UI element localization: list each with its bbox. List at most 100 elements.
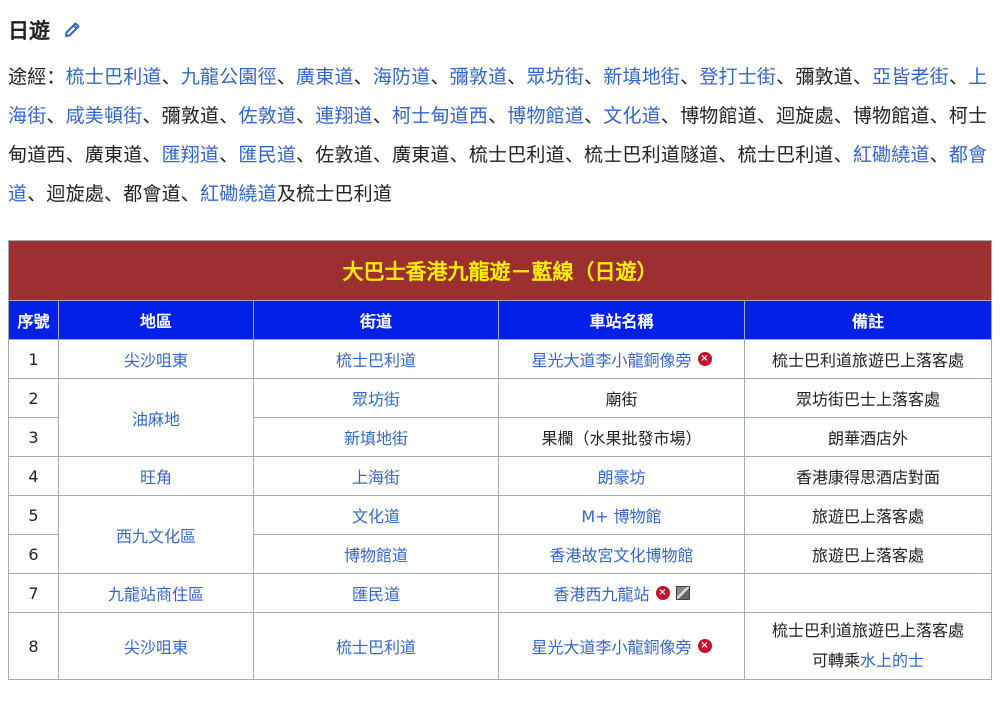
route-link[interactable]: 紅磡繞道 bbox=[853, 144, 930, 166]
cell-street[interactable]: 匯民道 bbox=[253, 573, 499, 613]
cell-no: 4 bbox=[8, 456, 59, 496]
cell-remark: 香港康得思酒店對面 bbox=[743, 456, 993, 496]
cell-district[interactable]: 油麻地 bbox=[58, 378, 254, 457]
cell-no: 7 bbox=[8, 573, 59, 613]
station-label[interactable]: 星光大道李小龍銅像旁 bbox=[531, 347, 691, 371]
route-separator: 、 bbox=[488, 105, 508, 127]
pencil-edit-icon[interactable] bbox=[62, 20, 82, 40]
cell-district[interactable]: 尖沙咀東 bbox=[58, 612, 254, 680]
route-link[interactable]: 紅磡繞道 bbox=[200, 183, 277, 205]
route-link[interactable]: 亞皆老街 bbox=[872, 66, 949, 88]
table-row: 2 油麻地 眾坊街 廟街 眾坊街巴士上落客處 bbox=[8, 378, 993, 457]
table-row: 5 西九文化區 文化道 M+ 博物館 旅遊巴上落客處 bbox=[8, 495, 993, 574]
cell-district[interactable]: 九龍站商住區 bbox=[58, 573, 254, 613]
cell-remark: 梳士巴利道旅遊巴上落客處 bbox=[743, 339, 993, 379]
cell-station[interactable]: 星光大道李小龍銅像旁 bbox=[498, 612, 745, 680]
route-separator: 、 bbox=[584, 105, 604, 127]
route-link[interactable]: 彌敦道 bbox=[450, 66, 508, 88]
cell-station[interactable]: 香港西九龍站 bbox=[498, 573, 745, 613]
route-separator: 、彌敦道、 bbox=[142, 105, 239, 127]
route-separator: 、佐敦道、廣東道、梳士巴利道、梳士巴利道隧道、梳士巴利道、 bbox=[296, 144, 853, 166]
cell-district[interactable]: 尖沙咀東 bbox=[58, 339, 254, 379]
route-separator: 、 bbox=[929, 144, 949, 166]
remark-line-2: 可轉乘水上的士 bbox=[751, 646, 985, 676]
route-link[interactable]: 梳士巴利道 bbox=[66, 66, 162, 88]
route-segments: 梳士巴利道、九龍公園徑、廣東道、海防道、彌敦道、眾坊街、新填地街、登打士街、彌敦… bbox=[8, 66, 987, 205]
route-link[interactable]: 連翔道 bbox=[315, 105, 373, 127]
cell-street[interactable]: 上海街 bbox=[253, 456, 499, 496]
cell-remark: 朗華酒店外 bbox=[743, 417, 993, 457]
route-separator: 、 bbox=[219, 144, 239, 166]
route-link[interactable]: 柯士甸道西 bbox=[392, 105, 488, 127]
route-link[interactable]: 登打士街 bbox=[699, 66, 776, 88]
cell-no: 8 bbox=[8, 612, 59, 680]
table-row: 1 尖沙咀東 梳士巴利道 星光大道李小龍銅像旁 梳士巴利道旅遊巴上落客處 bbox=[8, 339, 993, 379]
rail-station-icon bbox=[675, 586, 690, 600]
cell-no: 3 bbox=[8, 417, 59, 457]
route-link[interactable]: 匯民道 bbox=[238, 144, 296, 166]
cell-street[interactable]: 眾坊街 bbox=[253, 378, 499, 418]
table-row: 8 尖沙咀東 梳士巴利道 星光大道李小龍銅像旁 梳士巴利道旅遊巴上落客處 可轉乘… bbox=[8, 612, 993, 680]
cell-street[interactable]: 博物館道 bbox=[253, 534, 499, 574]
route-separator: 、 bbox=[296, 105, 316, 127]
cell-remark: 旅遊巴上落客處 bbox=[743, 495, 993, 535]
route-link[interactable]: 海防道 bbox=[373, 66, 431, 88]
route-separator: 、 bbox=[430, 66, 450, 88]
remark-prefix: 可轉乘 bbox=[812, 651, 861, 670]
closed-badge-icon bbox=[697, 352, 712, 366]
header-street: 街道 bbox=[253, 300, 499, 340]
station-label[interactable]: 香港西九龍站 bbox=[553, 581, 649, 605]
route-separator: 、 bbox=[353, 66, 373, 88]
route-separator: 、 bbox=[161, 66, 181, 88]
table-row: 4 旺角 上海街 朗豪坊 香港康得思酒店對面 bbox=[8, 456, 993, 496]
cell-station[interactable]: 星光大道李小龍銅像旁 bbox=[498, 339, 745, 379]
route-separator: 、 bbox=[584, 66, 604, 88]
cell-no: 6 bbox=[8, 534, 59, 574]
station-label[interactable]: 星光大道李小龍銅像旁 bbox=[531, 634, 691, 658]
cell-remark bbox=[743, 573, 993, 613]
route-link[interactable]: 佐敦道 bbox=[238, 105, 296, 127]
section-heading: 日遊 bbox=[8, 12, 988, 48]
header-district: 地區 bbox=[58, 300, 254, 340]
cell-station: 果欄（水果批發市場） bbox=[498, 417, 745, 457]
cell-street[interactable]: 新填地街 bbox=[253, 417, 499, 457]
route-link[interactable]: 咸美頓街 bbox=[66, 105, 143, 127]
cell-station[interactable]: 朗豪坊 bbox=[498, 456, 745, 496]
cell-station[interactable]: 香港故宮文化博物館 bbox=[498, 534, 745, 574]
water-taxi-link[interactable]: 水上的士 bbox=[860, 651, 924, 670]
cell-remark: 梳士巴利道旅遊巴上落客處 可轉乘水上的士 bbox=[743, 612, 993, 680]
route-separator: 、彌敦道、 bbox=[776, 66, 873, 88]
cell-street[interactable]: 梳士巴利道 bbox=[253, 339, 499, 379]
route-link[interactable]: 新填地街 bbox=[603, 66, 680, 88]
route-separator: 、 bbox=[372, 105, 393, 127]
page: 日遊 途經：梳士巴利道、九龍公園徑、廣東道、海防道、彌敦道、眾坊街、新填地街、登… bbox=[0, 0, 1000, 680]
header-remark: 備註 bbox=[743, 300, 993, 340]
section-title: 日遊 bbox=[8, 19, 50, 43]
route-separator: 、 bbox=[276, 66, 297, 88]
table-title: 大巴士香港九龍遊－藍線（日遊） bbox=[7, 240, 993, 301]
route-link[interactable]: 眾坊街 bbox=[526, 66, 584, 88]
route-link[interactable]: 博物館道 bbox=[507, 105, 584, 127]
cell-station: 廟街 bbox=[498, 378, 745, 418]
route-paragraph: 途經：梳士巴利道、九龍公園徑、廣東道、海防道、彌敦道、眾坊街、新填地街、登打士街… bbox=[8, 58, 988, 214]
cell-station[interactable]: M+ 博物館 bbox=[498, 495, 745, 535]
closed-badge-icon bbox=[655, 586, 670, 600]
cell-street[interactable]: 梳士巴利道 bbox=[253, 612, 499, 680]
closed-badge-icon bbox=[697, 639, 712, 653]
route-link[interactable]: 匯翔道 bbox=[162, 144, 220, 166]
route-separator: 、 bbox=[46, 105, 66, 127]
cell-street[interactable]: 文化道 bbox=[253, 495, 499, 535]
route-separator: 、 bbox=[507, 66, 527, 88]
route-link[interactable]: 廣東道 bbox=[296, 66, 354, 88]
route-separator: 、 bbox=[680, 66, 700, 88]
route-separator: 及梳士巴利道 bbox=[276, 183, 393, 205]
cell-remark: 眾坊街巴士上落客處 bbox=[743, 378, 993, 418]
route-separator: 、迴旋處、都會道、 bbox=[27, 183, 201, 205]
cell-district[interactable]: 旺角 bbox=[58, 456, 254, 496]
route-separator: 、 bbox=[948, 66, 969, 88]
cell-district[interactable]: 西九文化區 bbox=[58, 495, 254, 574]
cell-no: 5 bbox=[8, 495, 59, 535]
route-link[interactable]: 文化道 bbox=[603, 105, 661, 127]
route-link[interactable]: 九龍公園徑 bbox=[181, 66, 277, 88]
cell-no: 1 bbox=[8, 339, 59, 379]
